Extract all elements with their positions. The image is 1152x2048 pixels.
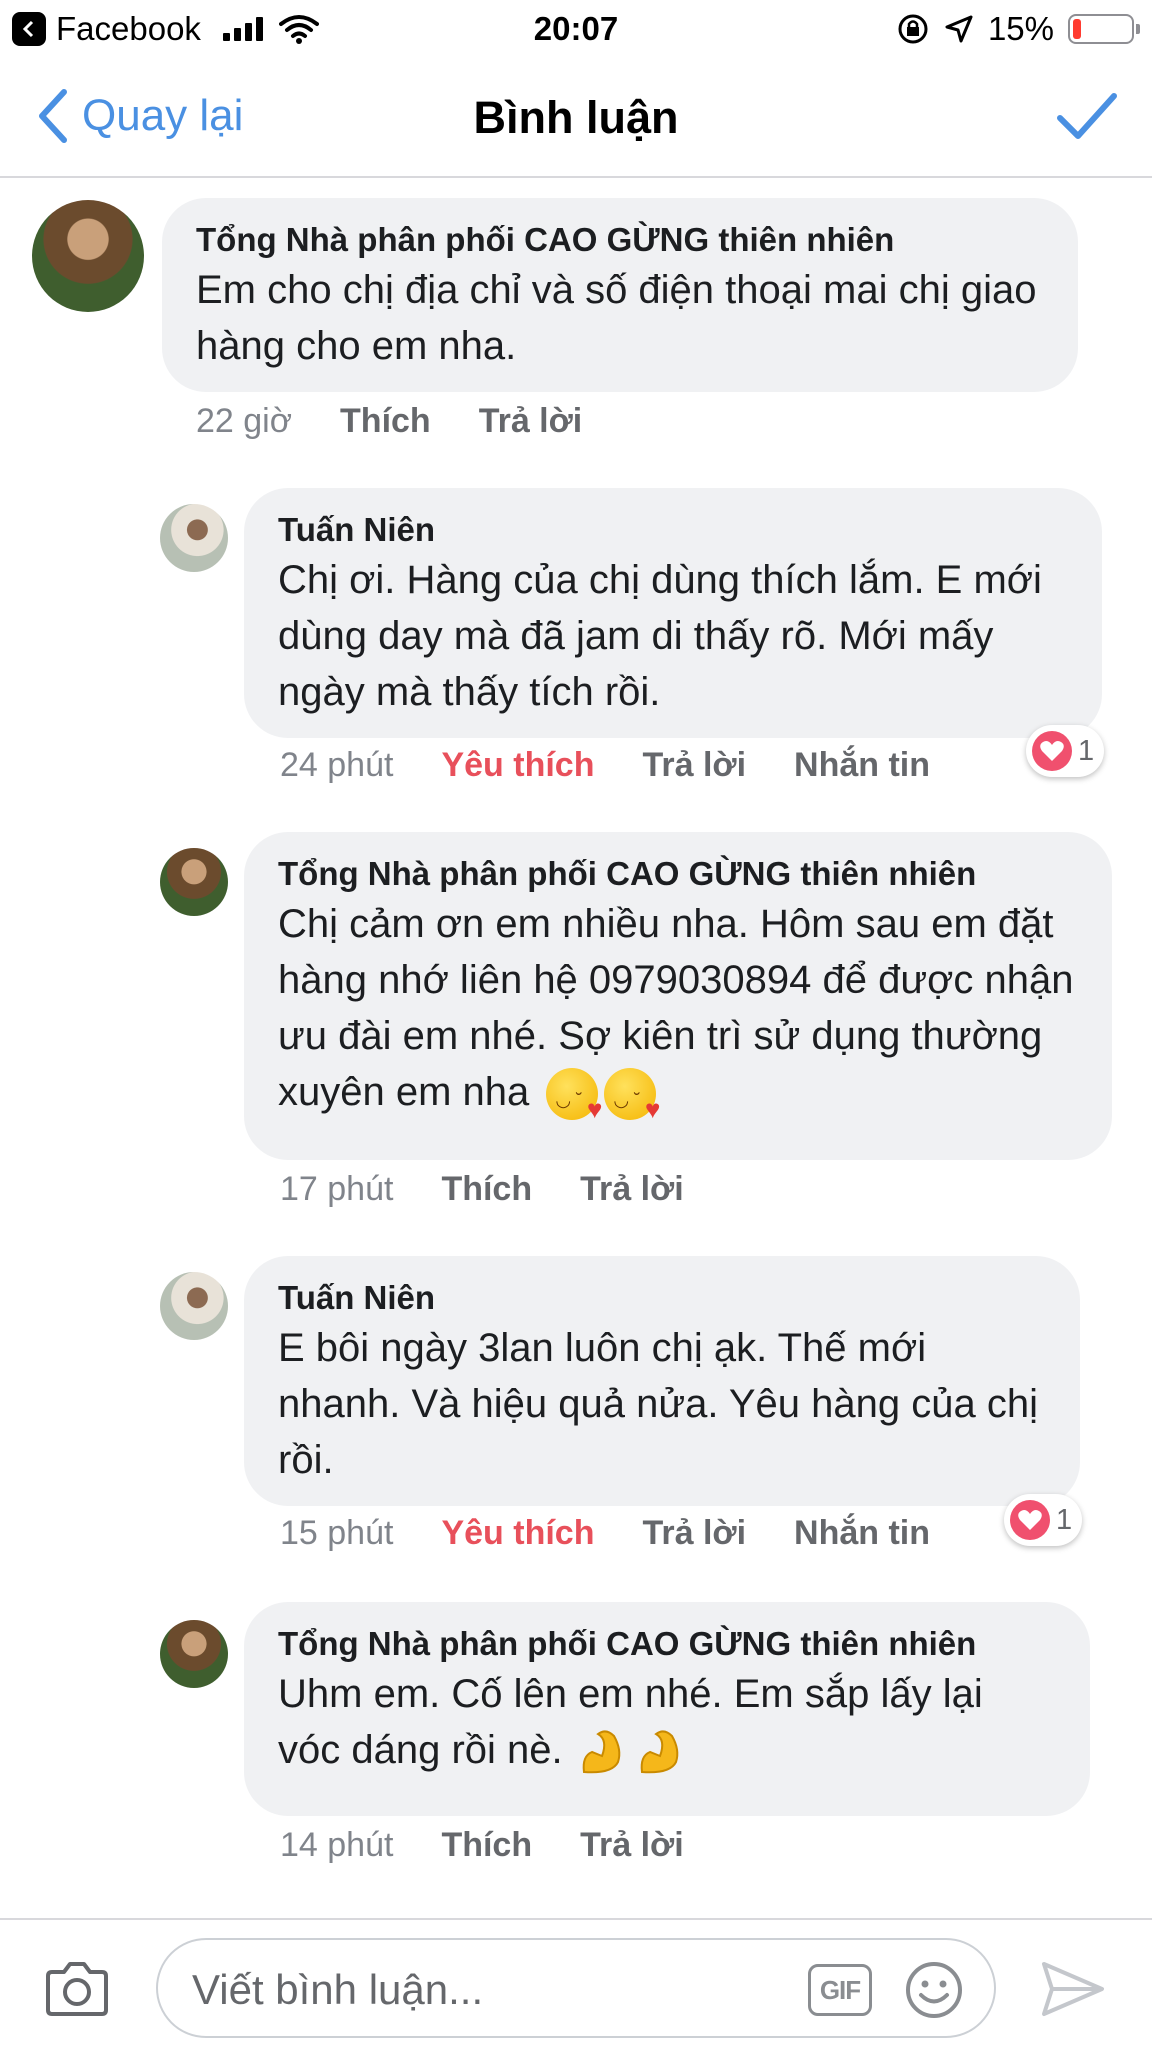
comment-meta: 17 phút Thích Trả lời (280, 1170, 684, 1209)
reaction-badge[interactable]: 1 (1026, 725, 1105, 777)
comment-meta: 15 phút Yêu thích Trả lời Nhắn tin (280, 1514, 930, 1553)
comment-author[interactable]: Tuấn Niên (278, 1276, 1046, 1320)
message-button[interactable]: Nhắn tin (794, 1514, 930, 1553)
nav-bar: Quay lại Bình luận (0, 58, 1152, 178)
muscle-emoji (578, 1726, 632, 1778)
comment-meta: 22 giờ Thích Trả lời (196, 402, 582, 441)
reply-button[interactable]: Trả lời (580, 1826, 684, 1865)
avatar[interactable] (160, 1272, 228, 1340)
comment-author[interactable]: Tổng Nhà phân phối CAO GỪNG thiên nhiên (278, 1622, 1056, 1666)
comment-composer: Viết bình luận... GIF (0, 1918, 1152, 2048)
like-button[interactable]: Thích (340, 402, 431, 441)
battery-percent: 15% (987, 10, 1054, 47)
like-button[interactable]: Thích (441, 1826, 532, 1865)
comment-text: Chị ơi. Hàng của chị dùng thích lắm. E m… (278, 558, 1042, 714)
reply-button[interactable]: Trả lời (479, 402, 583, 441)
kiss-emoji (604, 1068, 660, 1122)
lock-rotation-icon (898, 14, 928, 44)
comment-input-placeholder: Viết bình luận... (192, 1966, 484, 2013)
comment-text: E bôi ngày 3lan luôn chị ạk. Thế mới nha… (278, 1326, 1038, 1482)
heart-icon (1010, 1500, 1050, 1540)
comment-author[interactable]: Tổng Nhà phân phối CAO GỪNG thiên nhiên (196, 218, 1044, 262)
comment-bubble[interactable]: Tổng Nhà phân phối CAO GỪNG thiên nhiên … (244, 832, 1112, 1160)
camera-icon[interactable] (44, 1960, 110, 2018)
muscle-emoji (636, 1726, 690, 1778)
comment-bubble[interactable]: Tuấn Niên Chị ơi. Hàng của chị dùng thíc… (244, 488, 1102, 738)
comment-text-content: Chị cảm ơn em nhiều nha. Hôm sau em đặt … (278, 902, 1074, 1114)
reaction-count: 1 (1078, 734, 1095, 767)
comment-time: 14 phút (280, 1826, 394, 1864)
smile-icon[interactable] (904, 1960, 964, 2020)
like-button[interactable]: Yêu thích (441, 746, 594, 785)
avatar[interactable] (32, 200, 144, 312)
status-bar: Facebook 20:07 15% (0, 0, 1152, 58)
comment-text: Em cho chị địa chỉ và số điện thoại mai … (196, 268, 1037, 368)
location-icon (945, 15, 973, 43)
gif-icon[interactable]: GIF (808, 1964, 872, 2016)
comment-bubble[interactable]: Tuấn Niên E bôi ngày 3lan luôn chị ạk. T… (244, 1256, 1080, 1506)
comment-bubble[interactable]: Tổng Nhà phân phối CAO GỪNG thiên nhiên … (244, 1602, 1090, 1816)
heart-icon (1032, 731, 1072, 771)
like-button[interactable]: Thích (441, 1170, 532, 1209)
comment-text: Uhm em. Cố lên em nhé. Em sắp lấy lại vó… (278, 1666, 1056, 1778)
page-title: Bình luận (473, 92, 679, 143)
checkmark-icon[interactable] (1056, 88, 1118, 144)
reaction-count: 1 (1056, 1503, 1073, 1536)
reply-button[interactable]: Trả lời (642, 746, 746, 785)
comment-author[interactable]: Tổng Nhà phân phối CAO GỪNG thiên nhiên (278, 852, 1078, 896)
comment-time: 15 phút (280, 1514, 394, 1552)
comment-meta: 14 phút Thích Trả lời (280, 1826, 684, 1865)
comment-input[interactable]: Viết bình luận... GIF (156, 1938, 996, 2038)
comment-meta: 24 phút Yêu thích Trả lời Nhắn tin (280, 746, 930, 785)
comment-time: 17 phút (280, 1170, 394, 1208)
reply-button[interactable]: Trả lời (642, 1514, 746, 1553)
message-button[interactable]: Nhắn tin (794, 746, 930, 785)
comment-text: Chị cảm ơn em nhiều nha. Hôm sau em đặt … (278, 896, 1078, 1122)
reaction-badge[interactable]: 1 (1004, 1494, 1083, 1546)
avatar[interactable] (160, 848, 228, 916)
comment-bubble[interactable]: Tổng Nhà phân phối CAO GỪNG thiên nhiên … (162, 198, 1078, 392)
like-button[interactable]: Yêu thích (441, 1514, 594, 1553)
battery-icon (1068, 14, 1140, 44)
comment-author[interactable]: Tuấn Niên (278, 508, 1068, 552)
reply-button[interactable]: Trả lời (580, 1170, 684, 1209)
send-icon[interactable] (1040, 1960, 1106, 2018)
avatar[interactable] (160, 1620, 228, 1688)
avatar[interactable] (160, 504, 228, 572)
comment-time: 22 giờ (196, 402, 293, 440)
kiss-emoji (546, 1068, 602, 1122)
comment-time: 24 phút (280, 746, 394, 784)
